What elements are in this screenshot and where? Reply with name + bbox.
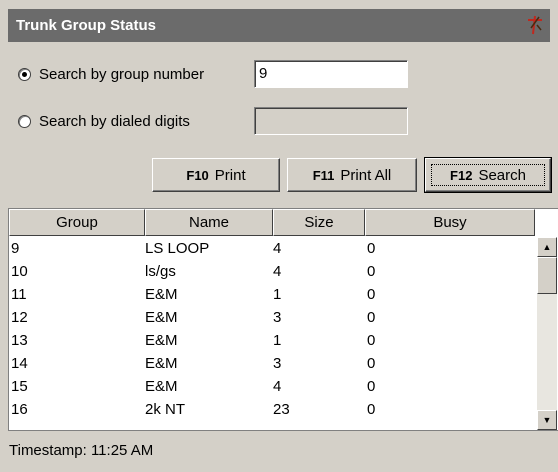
cell-size: 3 <box>273 355 282 372</box>
cell-group: 16 <box>11 401 28 418</box>
cell-busy: 0 <box>367 332 376 349</box>
print-all-label: Print All <box>340 166 392 184</box>
cell-name: E&M <box>145 286 178 303</box>
cell-size: 1 <box>273 286 282 303</box>
timestamp-status: Timestamp: 11:25 AM <box>9 442 154 459</box>
table-row[interactable]: 9 LS LOOP 4 0 <box>11 239 467 259</box>
cell-size: 3 <box>273 309 282 326</box>
cell-busy: 0 <box>367 240 376 257</box>
cell-group: 13 <box>11 332 28 349</box>
trunk-group-table: Group Name Size Busy 9 LS LOOP 4 0 10 ls… <box>8 208 558 431</box>
cell-size: 4 <box>273 378 282 395</box>
search-button[interactable]: F12 Search <box>424 157 552 193</box>
cell-group: 12 <box>11 309 28 326</box>
title-bar: Trunk Group Status <box>8 9 550 42</box>
column-header-group[interactable]: Group <box>9 209 145 236</box>
cell-name: ls/gs <box>145 263 176 280</box>
column-header-size[interactable]: Size <box>273 209 365 236</box>
scroll-up-icon[interactable]: ▲ <box>537 237 557 257</box>
scroll-down-icon[interactable]: ▼ <box>537 410 557 430</box>
print-label: Print <box>214 166 246 184</box>
window-title: Trunk Group Status <box>16 17 157 34</box>
cell-size: 4 <box>273 240 282 257</box>
cell-busy: 0 <box>367 355 376 372</box>
cell-name: 2k NT <box>145 401 186 418</box>
cell-group: 15 <box>11 378 28 395</box>
radio-dialed-digits-label: Search by dialed digits <box>39 113 190 130</box>
cell-busy: 0 <box>367 286 376 303</box>
table-row[interactable]: 15 E&M 4 0 <box>11 377 467 397</box>
radio-button[interactable] <box>18 68 31 81</box>
print-all-button[interactable]: F11 Print All <box>287 158 417 192</box>
cell-group: 9 <box>11 240 20 257</box>
cell-group: 11 <box>11 286 27 303</box>
cell-size: 1 <box>273 332 282 349</box>
cell-size: 23 <box>273 401 290 418</box>
cell-size: 4 <box>273 263 282 280</box>
cell-name: E&M <box>145 378 178 395</box>
column-header-name[interactable]: Name <box>145 209 273 236</box>
radio-button[interactable] <box>18 115 31 128</box>
dialed-digits-input[interactable] <box>254 107 408 135</box>
cell-busy: 0 <box>367 309 376 326</box>
table-row[interactable]: 13 E&M 1 0 <box>11 331 467 351</box>
print-key: F10 <box>186 167 209 183</box>
cell-group: 10 <box>11 263 28 280</box>
cell-busy: 0 <box>367 378 376 395</box>
print-button[interactable]: F10 Print <box>152 158 280 192</box>
focus-ring <box>431 164 545 186</box>
radio-dialed-digits[interactable]: Search by dialed digits <box>18 113 190 130</box>
table-row[interactable]: 16 2k NT 23 0 <box>11 400 467 420</box>
cell-group: 14 <box>11 355 28 372</box>
scroll-thumb[interactable] <box>537 257 557 294</box>
cell-name: LS LOOP <box>145 240 210 257</box>
cell-busy: 0 <box>367 263 376 280</box>
column-header-busy[interactable]: Busy <box>365 209 535 236</box>
table-row[interactable]: 10 ls/gs 4 0 <box>11 262 467 282</box>
radio-group-number[interactable]: Search by group number <box>18 66 204 83</box>
cell-name: E&M <box>145 355 178 372</box>
cell-busy: 0 <box>367 401 376 418</box>
table-header: Group Name Size Busy <box>9 209 535 236</box>
table-row[interactable]: 11 E&M 1 0 <box>11 285 467 305</box>
group-number-input[interactable]: 9 <box>254 60 408 88</box>
table-row[interactable]: 14 E&M 3 0 <box>11 354 467 374</box>
print-all-key: F11 <box>312 167 335 183</box>
cell-name: E&M <box>145 309 178 326</box>
cell-name: E&M <box>145 332 178 349</box>
pin-icon[interactable] <box>524 14 546 36</box>
table-row[interactable]: 12 E&M 3 0 <box>11 308 467 328</box>
vertical-scrollbar[interactable]: ▲ ▼ <box>537 237 557 430</box>
radio-group-number-label: Search by group number <box>39 66 205 83</box>
